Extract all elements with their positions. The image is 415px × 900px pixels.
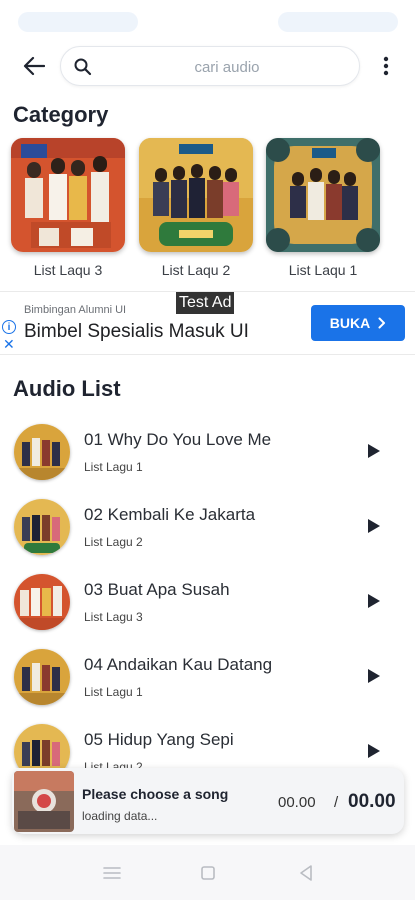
top-bar <box>0 44 415 88</box>
song-title: 01 Why Do You Love Me <box>84 430 272 449</box>
player-time-separator: / <box>334 794 339 811</box>
play-icon[interactable] <box>366 442 382 460</box>
song-title: 02 Kembali Ke Jakarta <box>84 505 256 524</box>
system-nav-bar <box>0 845 415 900</box>
play-icon[interactable] <box>366 592 382 610</box>
category-label: List Laqu 3 <box>33 262 103 278</box>
menu-icon[interactable] <box>100 863 124 883</box>
back-triangle-icon[interactable] <box>294 863 318 883</box>
song-row[interactable]: 03 Buat Apa Susah List Lagu 3 <box>0 562 415 634</box>
test-ad-badge: Test Ad <box>176 292 235 314</box>
info-icon[interactable]: i <box>2 320 16 334</box>
category-label: List Laqu 2 <box>161 262 231 278</box>
status-bar-right-info <box>278 12 398 32</box>
category-cover-image <box>139 138 253 252</box>
home-square-icon[interactable] <box>196 863 220 883</box>
song-row[interactable]: 05 Hidup Yang Sepi List Lagu 2 <box>0 712 415 768</box>
player-title: Please choose a song <box>82 786 229 802</box>
song-title: 05 Hidup Yang Sepi <box>84 730 234 749</box>
close-icon[interactable]: ✕ <box>3 336 15 353</box>
song-cover-image <box>14 724 70 768</box>
category-label: List Laqu 1 <box>288 262 358 278</box>
song-list-name: List Lagu 2 <box>84 760 143 768</box>
ad-open-button[interactable]: BUKA <box>311 305 405 341</box>
search-icon <box>74 58 92 76</box>
more-options-button[interactable] <box>372 52 400 80</box>
player-current-time: 00.00 <box>278 794 316 811</box>
category-item[interactable]: List Laqu 1 <box>266 138 382 278</box>
more-vert-icon <box>383 56 389 76</box>
status-bar-left-info <box>18 12 138 32</box>
song-row[interactable]: 04 Andaikan Kau Datang List Lagu 1 <box>0 637 415 709</box>
ad-open-label: BUKA <box>329 315 371 331</box>
song-cover-image <box>14 499 70 555</box>
category-item[interactable]: List Laqu 3 <box>11 138 127 278</box>
ad-advertiser: Bimbingan Alumni UI <box>24 304 127 316</box>
search-input[interactable] <box>105 53 349 81</box>
back-button[interactable] <box>18 50 50 82</box>
status-bar <box>0 0 415 40</box>
audio-list: 01 Why Do You Love Me List Lagu 1 02 Kem… <box>0 412 415 768</box>
ad-banner[interactable]: Test Ad i ✕ Bimbingan Alumni UI Bimbel S… <box>0 291 415 355</box>
play-icon[interactable] <box>366 667 382 685</box>
player-total-time: 00.00 <box>348 791 396 812</box>
category-item[interactable]: List Laqu 2 <box>139 138 255 278</box>
player-status: loading data... <box>82 809 158 823</box>
play-icon[interactable] <box>366 517 382 535</box>
player-cover-image <box>14 771 74 832</box>
play-icon[interactable] <box>366 742 382 760</box>
category-heading: Category <box>13 102 109 127</box>
song-title: 04 Andaikan Kau Datang <box>84 655 273 674</box>
audio-list-heading: Audio List <box>13 376 121 401</box>
song-cover-image <box>14 424 70 480</box>
category-list: List Laqu 3 List Laqu 2 List Laqu 1 <box>0 138 415 288</box>
song-list-name: List Lagu 2 <box>84 535 143 549</box>
search-box[interactable] <box>60 46 360 86</box>
song-list-name: List Lagu 1 <box>84 460 143 474</box>
chevron-right-icon <box>378 317 386 329</box>
song-row[interactable]: 01 Why Do You Love Me List Lagu 1 <box>0 412 415 484</box>
song-list-name: List Lagu 3 <box>84 610 143 624</box>
category-cover-image <box>266 138 380 252</box>
mini-player[interactable]: Please choose a song loading data... 00.… <box>12 768 404 834</box>
song-cover-image <box>14 649 70 705</box>
song-list-name: List Lagu 1 <box>84 685 143 699</box>
category-cover-image <box>11 138 125 252</box>
ad-headline: Bimbel Spesialis Masuk UI <box>24 321 249 342</box>
song-cover-image <box>14 574 70 630</box>
song-row[interactable]: 02 Kembali Ke Jakarta List Lagu 2 <box>0 487 415 559</box>
song-title: 03 Buat Apa Susah <box>84 580 230 599</box>
back-arrow-icon <box>23 56 45 76</box>
